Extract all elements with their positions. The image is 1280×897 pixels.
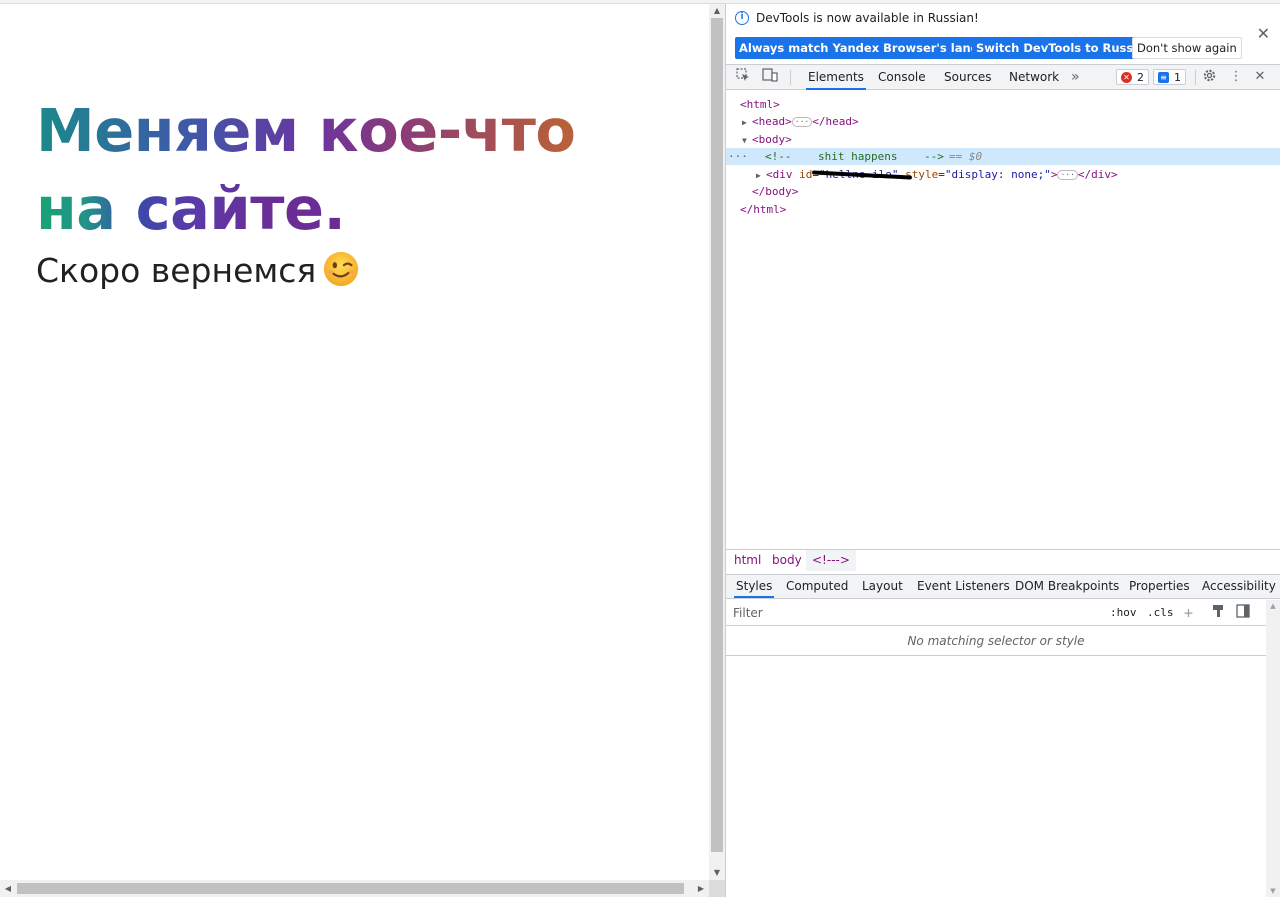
page-viewport: Меняем кое-что на сайте. Скоро вернемся [0, 4, 709, 880]
dom-node-head[interactable]: ▶ <head> ··· </head> [726, 113, 1280, 130]
devtools-toolbar: Elements Console Sources Network » ✕ 2 ≡ 1… [726, 64, 1280, 90]
error-count-badge[interactable]: ✕ 2 [1116, 69, 1149, 85]
tab-event-listeners[interactable]: Event Listeners [915, 575, 1012, 598]
toggle-sidebar-icon[interactable] [1236, 604, 1250, 622]
dom-node-body-close[interactable]: </body> [726, 183, 1280, 200]
gear-icon[interactable] [1200, 68, 1218, 86]
div-close-tag: </div> [1077, 168, 1118, 181]
styles-filter-bar: :hov .cls + [726, 600, 1266, 626]
ellipsis-icon[interactable]: ··· [791, 117, 813, 127]
collapse-triangle-icon[interactable]: ▼ [742, 132, 752, 150]
message-icon: ≡ [1158, 72, 1169, 83]
toolbar-divider [790, 70, 791, 85]
tab-styles[interactable]: Styles [734, 575, 775, 598]
selected-node-marker: == $0 [949, 150, 983, 163]
close-devtools-icon[interactable]: ✕ [1251, 68, 1269, 86]
comment-close: --> [924, 150, 944, 163]
page-headline: Меняем кое-что на сайте. [36, 92, 696, 248]
expand-triangle-icon[interactable]: ▶ [756, 167, 766, 185]
breadcrumb: html body <!---> [726, 549, 1280, 571]
head-open-tag: <head> [752, 115, 792, 128]
attr-id: id [799, 168, 813, 181]
html-open-tag: <html> [740, 98, 780, 111]
message-count-badge[interactable]: ≡ 1 [1153, 69, 1186, 85]
scroll-left-icon[interactable]: ◀ [0, 880, 16, 897]
add-rule-icon[interactable]: + [1184, 604, 1193, 622]
page-horizontal-scrollbar[interactable]: ◀ ▶ [0, 880, 709, 897]
scrollbar-corner [709, 880, 725, 897]
subline-text: Скоро вернемся [36, 251, 317, 290]
body-close-tag: </body> [752, 185, 799, 198]
tab-properties[interactable]: Properties [1127, 575, 1192, 598]
dom-node-div[interactable]: ▶<div id="hellne-ilo" style="display: no… [726, 166, 1280, 183]
ellipsis-icon[interactable]: ··· [1057, 170, 1078, 180]
scroll-right-icon[interactable]: ▶ [693, 880, 709, 897]
class-toggle[interactable]: .cls [1147, 604, 1174, 622]
language-infobar: i DevTools is now available in Russian! … [726, 4, 1280, 62]
breadcrumb-body[interactable]: body [766, 550, 808, 571]
dom-node-comment[interactable]: ··· <!-- shit happens --> == $0 [726, 148, 1280, 165]
switch-language-button[interactable]: Switch DevTools to Russian [972, 37, 1158, 59]
html-close-tag: </html> [740, 203, 787, 216]
close-icon[interactable]: ✕ [1257, 24, 1270, 43]
scroll-up-icon[interactable]: ▲ [1266, 600, 1280, 612]
tab-sources[interactable]: Sources [942, 65, 993, 90]
dom-node-html[interactable]: <html> [726, 96, 1280, 113]
headline-line-1: Меняем кое-что [36, 92, 696, 170]
dom-node-html-close[interactable]: </html> [726, 201, 1280, 218]
tab-network[interactable]: Network [1007, 65, 1061, 90]
styles-vertical-scrollbar[interactable]: ▲ ▼ [1266, 600, 1280, 897]
devtools-panel: i DevTools is now available in Russian! … [725, 4, 1280, 897]
hover-state-toggle[interactable]: :hov [1110, 604, 1137, 622]
dom-tree: <html> ▶ <head> ··· </head> ▼ <body> ··· <!-… [726, 91, 1280, 549]
more-tabs-icon[interactable]: » [1069, 65, 1082, 90]
styles-filter-input[interactable] [730, 603, 1106, 622]
scroll-down-icon[interactable]: ▼ [1266, 885, 1280, 897]
more-options-icon[interactable]: ⋮ [1227, 68, 1245, 86]
dom-node-body[interactable]: ▼ <body> [726, 131, 1280, 148]
node-gutter[interactable]: ··· [728, 148, 748, 166]
message-count: 1 [1174, 71, 1181, 84]
error-icon: ✕ [1121, 72, 1132, 83]
tab-layout[interactable]: Layout [860, 575, 905, 598]
inspect-element-icon[interactable] [734, 68, 752, 86]
page-vertical-scrollbar[interactable]: ▲ ▼ [709, 4, 725, 880]
paint-brush-icon[interactable] [1212, 604, 1225, 622]
comment-text: shit happens [818, 150, 898, 163]
vertical-scroll-thumb[interactable] [711, 18, 723, 852]
info-icon: i [735, 11, 749, 25]
breadcrumb-html[interactable]: html [728, 550, 767, 571]
comment-open: <!-- [765, 150, 792, 163]
error-count: 2 [1137, 71, 1144, 84]
div-gt: > [1050, 168, 1058, 181]
tab-dom-breakpoints[interactable]: DOM Breakpoints [1013, 575, 1121, 598]
dont-show-again-button[interactable]: Don't show again [1132, 37, 1242, 59]
horizontal-scroll-thumb[interactable] [17, 883, 684, 894]
page-subline: Скоро вернемся [36, 250, 360, 290]
expand-triangle-icon[interactable]: ▶ [742, 114, 752, 132]
body-open-tag: <body> [752, 133, 792, 146]
breadcrumb-comment[interactable]: <!---> [806, 550, 856, 571]
tab-elements[interactable]: Elements [806, 65, 866, 90]
tab-computed[interactable]: Computed [784, 575, 850, 598]
toolbar-divider [1195, 70, 1196, 85]
scroll-down-icon[interactable]: ▼ [709, 866, 725, 880]
device-toolbar-icon[interactable] [761, 68, 779, 86]
winking-face-icon [324, 251, 359, 287]
headline-line-2: на сайте. [36, 170, 366, 248]
head-close-tag: </head> [812, 115, 859, 128]
attr-style-value: "display: none;" [944, 168, 1051, 181]
div-open-tag: <div [766, 168, 793, 181]
tab-accessibility[interactable]: Accessibility [1200, 575, 1278, 598]
tab-console[interactable]: Console [876, 65, 928, 90]
scroll-up-icon[interactable]: ▲ [709, 4, 725, 18]
no-matching-styles-text: No matching selector or style [726, 627, 1266, 656]
sidebar-tabs: Styles Computed Layout Event Listeners D… [726, 574, 1280, 599]
infobar-message: DevTools is now available in Russian! [756, 11, 979, 25]
